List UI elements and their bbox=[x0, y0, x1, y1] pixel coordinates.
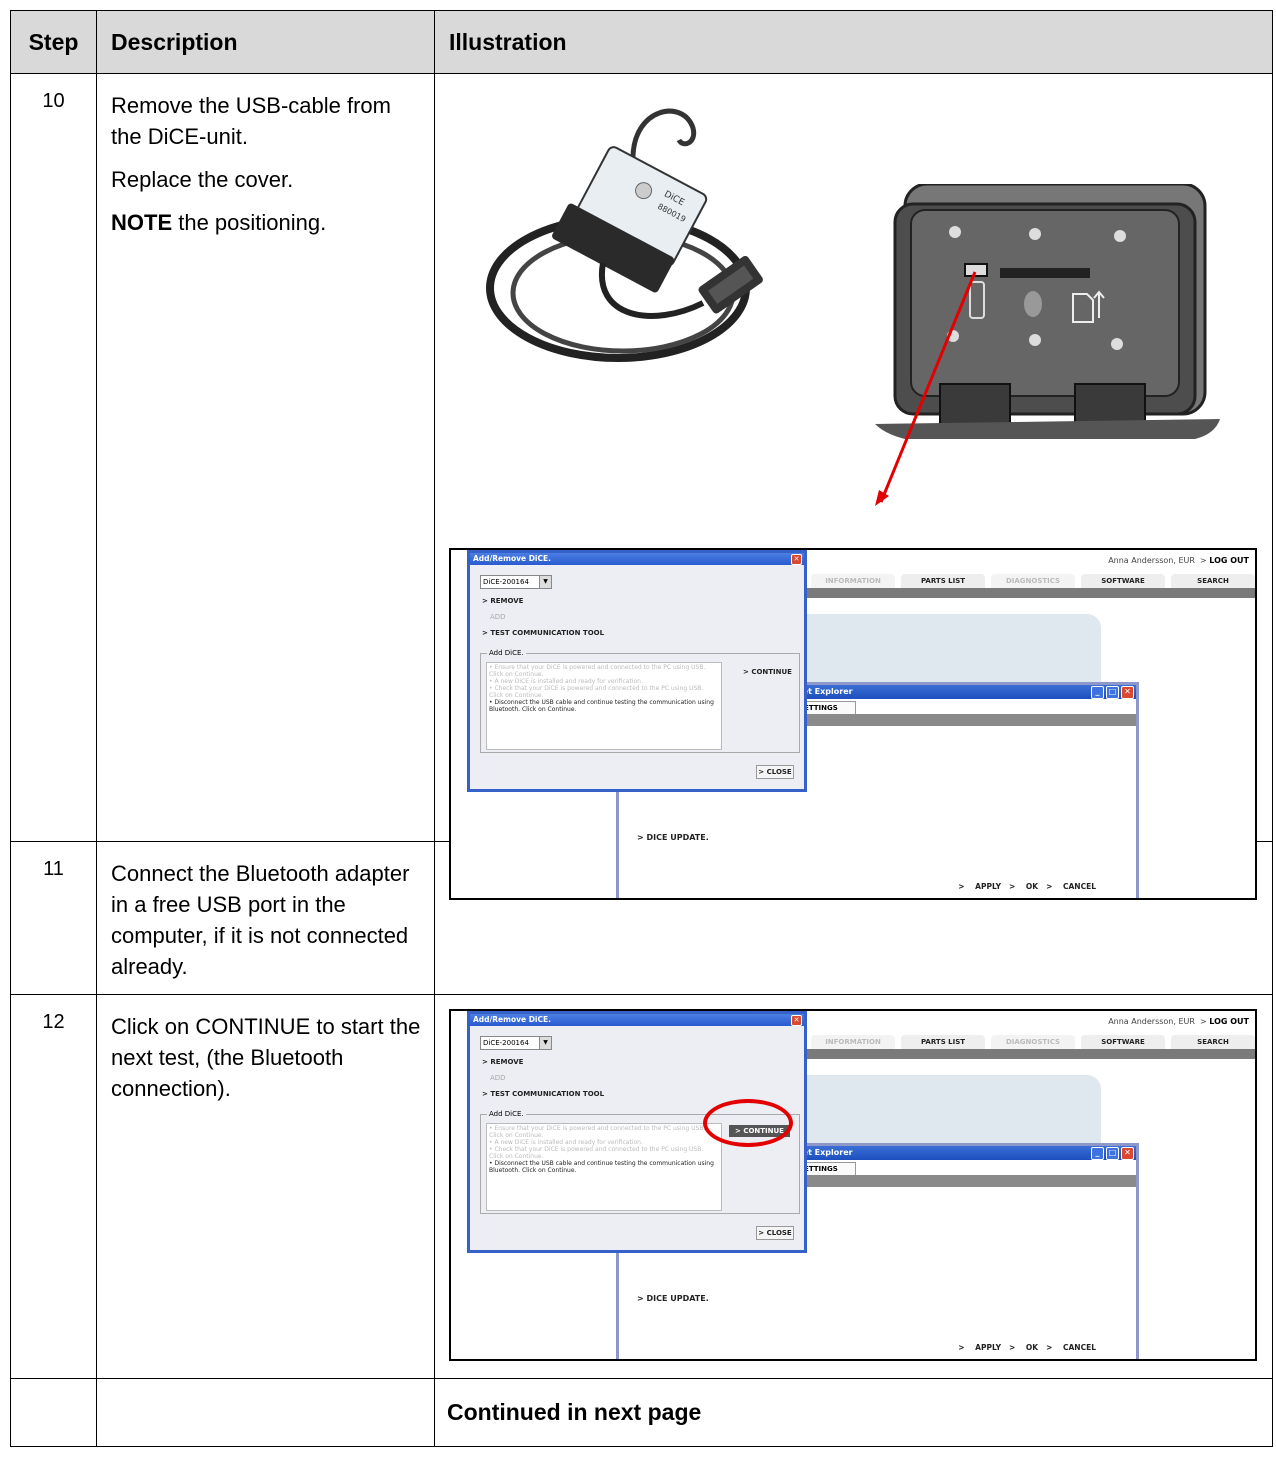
table-row: 11 Connect the Bluetooth adapter in a fr… bbox=[10, 841, 1273, 995]
tab-information[interactable]: INFORMATION bbox=[811, 1035, 895, 1049]
nav-bar bbox=[791, 1049, 1255, 1059]
dice-back-panel-image bbox=[875, 184, 1220, 506]
settings-bar bbox=[794, 1175, 1136, 1187]
tab-information[interactable]: INFORMATION bbox=[811, 574, 895, 588]
dice-update-link[interactable]: > DICE UPDATE. bbox=[637, 1294, 709, 1303]
list-item: • Ensure that your DiCE is powered and c… bbox=[489, 664, 706, 678]
maximize-icon[interactable]: □ bbox=[1106, 1147, 1119, 1160]
maximize-icon[interactable]: □ bbox=[1106, 686, 1119, 699]
empty-cell bbox=[96, 1378, 435, 1447]
list-item: • Check that your DiCE is powered and co… bbox=[489, 685, 704, 699]
nav-bar bbox=[791, 588, 1255, 598]
logout-link[interactable]: LOG OUT bbox=[1209, 556, 1249, 565]
description-line: Click on CONTINUE to start the next test… bbox=[111, 1014, 421, 1101]
test-communication-link[interactable]: > TEST COMMUNICATION TOOL bbox=[482, 629, 604, 637]
empty-cell bbox=[10, 1378, 97, 1447]
test-communication-link[interactable]: > TEST COMMUNICATION TOOL bbox=[482, 1090, 604, 1098]
dice-select[interactable]: DiCE-200164 ▼ bbox=[480, 1036, 552, 1050]
tab-parts-list[interactable]: PARTS LIST bbox=[901, 574, 985, 588]
header-row: Step Description Illustration bbox=[10, 10, 1273, 74]
footer-row: Continued in next page bbox=[10, 1378, 1273, 1447]
step-description: Click on CONTINUE to start the next test… bbox=[96, 994, 435, 1379]
list-item-active: • Disconnect the USB cable and continue … bbox=[489, 1160, 714, 1174]
description-line: Connect the Bluetooth adapter in a free … bbox=[111, 861, 410, 979]
tab-diagnostics[interactable]: DIAGNOSTICS bbox=[991, 1035, 1075, 1049]
step-illustration: DiCE 880019 Anna Andersson, EUR > LOG OU… bbox=[434, 73, 1273, 900]
apply-button[interactable]: > APPLY bbox=[958, 1343, 1001, 1352]
instruction-list: • Ensure that your DiCE is powered and c… bbox=[486, 662, 722, 750]
step-number: 11 bbox=[10, 841, 97, 995]
instruction-table: Step Description Illustration 10 Remove … bbox=[10, 10, 1273, 1447]
list-item-active: • Disconnect the USB cable and continue … bbox=[489, 699, 714, 713]
minimize-icon[interactable]: _ bbox=[1091, 686, 1104, 699]
remove-link[interactable]: > REMOVE bbox=[482, 1058, 523, 1066]
minimize-icon[interactable]: _ bbox=[1091, 1147, 1104, 1160]
close-button[interactable]: > CLOSE bbox=[756, 765, 794, 779]
add-remove-dice-dialog: Add/Remove DiCE. ✕ DiCE-200164 ▼ > REMOVE… bbox=[467, 550, 807, 792]
dialog-title: Add/Remove DiCE. bbox=[470, 553, 804, 565]
continued-cell: Continued in next page bbox=[434, 1378, 1273, 1447]
instruction-list: • Ensure that your DiCE is powered and c… bbox=[486, 1123, 722, 1211]
step-illustration bbox=[434, 841, 1273, 995]
note-line: NOTE the positioning. bbox=[111, 207, 424, 238]
header-step: Step bbox=[10, 10, 97, 74]
logout-link[interactable]: LOG OUT bbox=[1209, 1017, 1249, 1026]
table-row: 12 Click on CONTINUE to start the next t… bbox=[10, 994, 1273, 1379]
list-item: • Check that your DiCE is powered and co… bbox=[489, 1146, 704, 1160]
dialog-close-icon[interactable]: ✕ bbox=[791, 1015, 802, 1026]
dialog-close-icon[interactable]: ✕ bbox=[791, 554, 802, 565]
tab-search[interactable]: SEARCH bbox=[1171, 1035, 1255, 1049]
close-icon[interactable]: ✕ bbox=[1121, 1147, 1134, 1160]
note-label: NOTE bbox=[111, 210, 173, 235]
dice-unit-image: DiCE 880019 bbox=[486, 108, 763, 362]
nav-tabs: INFORMATION PARTS LIST DIAGNOSTICS SOFTW… bbox=[811, 574, 1255, 588]
tab-search[interactable]: SEARCH bbox=[1171, 574, 1255, 588]
highlight-circle bbox=[703, 1099, 793, 1147]
tab-diagnostics[interactable]: DIAGNOSTICS bbox=[991, 574, 1075, 588]
table-row: 10 Remove the USB-cable from the DiCE-un… bbox=[10, 73, 1273, 900]
settings-bar bbox=[794, 714, 1136, 726]
step-description: Remove the USB-cable from the DiCE-unit.… bbox=[96, 73, 435, 842]
step-number: 12 bbox=[10, 994, 97, 1379]
step-description: Connect the Bluetooth adapter in a free … bbox=[96, 841, 435, 995]
chevron-down-icon: ▼ bbox=[539, 1037, 551, 1049]
add-dice-group: Add DiCE. • Ensure that your DiCE is pow… bbox=[480, 649, 800, 753]
user-info: Anna Andersson, EUR > LOG OUT bbox=[1108, 1017, 1249, 1026]
dialog-title: Add/Remove DiCE. bbox=[470, 1014, 804, 1026]
ok-button[interactable]: > OK bbox=[1009, 1343, 1038, 1352]
list-item: • A new DiCE is installed and ready for … bbox=[489, 678, 643, 685]
add-link[interactable]: ADD bbox=[490, 1074, 506, 1082]
add-link[interactable]: ADD bbox=[490, 613, 506, 621]
step-illustration: Anna Andersson, EUR > LOG OUT INFORMATIO… bbox=[434, 994, 1273, 1379]
close-button[interactable]: > CLOSE bbox=[756, 1226, 794, 1240]
software-screenshot: Anna Andersson, EUR > LOG OUT INFORMATIO… bbox=[449, 1009, 1257, 1361]
continue-button[interactable]: > CONTINUE bbox=[743, 668, 792, 676]
group-label: Add DiCE. bbox=[487, 1110, 526, 1118]
description-line: Remove the USB-cable from the DiCE-unit. bbox=[111, 93, 391, 149]
description-line: Replace the cover. bbox=[111, 167, 294, 192]
nav-tabs: INFORMATION PARTS LIST DIAGNOSTICS SOFTW… bbox=[811, 1035, 1255, 1049]
continued-note: Continued in next page bbox=[447, 1399, 702, 1425]
step-number: 10 bbox=[10, 73, 97, 842]
chevron-down-icon: ▼ bbox=[539, 576, 551, 588]
user-info: Anna Andersson, EUR > LOG OUT bbox=[1108, 556, 1249, 565]
settings-buttons: > APPLY > OK > CANCEL bbox=[950, 1343, 1096, 1352]
list-item: • A new DiCE is installed and ready for … bbox=[489, 1139, 643, 1146]
note-text: the positioning. bbox=[172, 210, 327, 235]
close-icon[interactable]: ✕ bbox=[1121, 686, 1134, 699]
list-item: • Ensure that your DiCE is powered and c… bbox=[489, 1125, 706, 1139]
header-description: Description bbox=[96, 10, 435, 74]
tab-parts-list[interactable]: PARTS LIST bbox=[901, 1035, 985, 1049]
header-illustration: Illustration bbox=[434, 10, 1273, 74]
remove-link[interactable]: > REMOVE bbox=[482, 597, 523, 605]
tab-software[interactable]: SOFTWARE bbox=[1081, 574, 1165, 588]
cancel-button[interactable]: > CANCEL bbox=[1046, 1343, 1096, 1352]
tab-software[interactable]: SOFTWARE bbox=[1081, 1035, 1165, 1049]
dice-select[interactable]: DiCE-200164 ▼ bbox=[480, 575, 552, 589]
group-label: Add DiCE. bbox=[487, 649, 526, 657]
